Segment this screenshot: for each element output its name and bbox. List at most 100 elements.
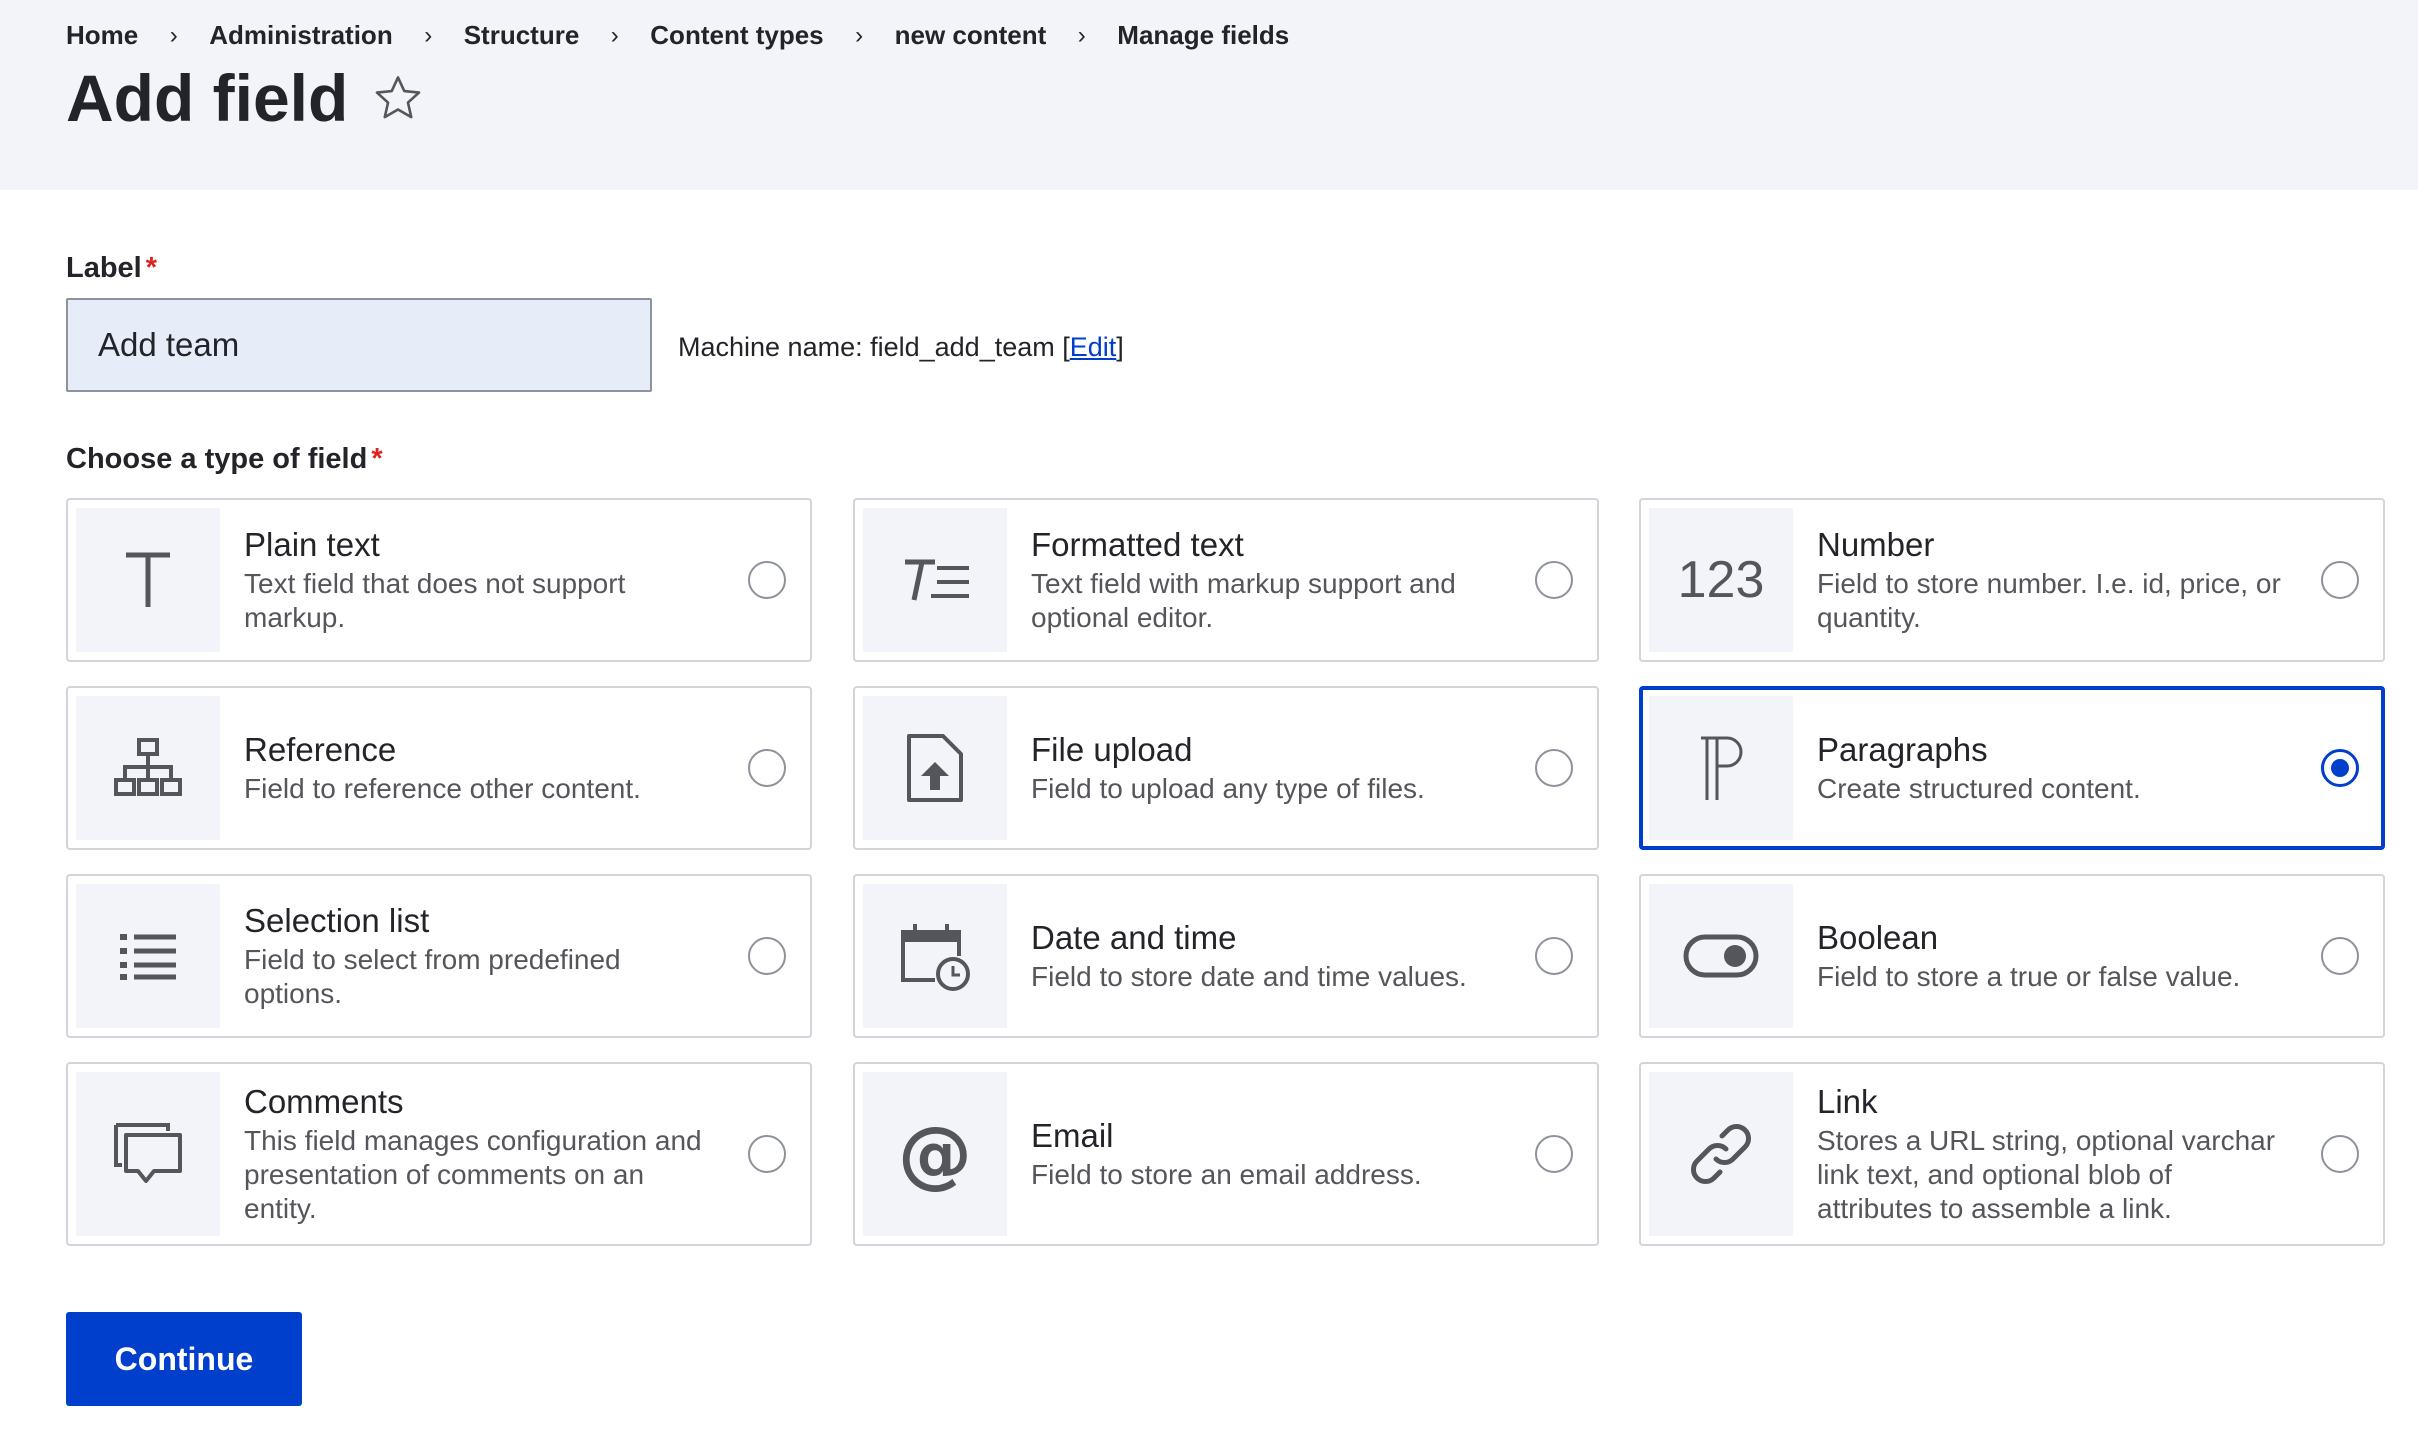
machine-name-edit-link[interactable]: Edit [1070,332,1117,362]
breadcrumb-home[interactable]: Home [66,20,138,51]
option-radio[interactable] [2321,1135,2359,1173]
option-radio[interactable] [1535,561,1573,599]
page-title-row: Add field [66,60,424,136]
option-description: This field manages configuration and pre… [244,1125,702,1224]
option-title: Selection list [244,902,430,939]
option-radio[interactable] [748,1135,786,1173]
icon-tile [1649,1072,1793,1236]
option-radio[interactable] [1535,749,1573,787]
link-icon [1691,1124,1751,1184]
icon-tile [76,884,220,1028]
option-title: Link [1817,1083,1878,1120]
option-description: Text field that does not support markup. [244,568,626,633]
option-text: Reference Field to reference other conte… [244,730,720,806]
option-text: Email Field to store an email address. [1031,1116,1507,1192]
field-type-option-plain-text[interactable]: Plain text Text field that does not supp… [66,498,812,662]
option-text: File upload Field to upload any type of … [1031,730,1507,806]
option-radio[interactable] [2321,937,2359,975]
machine-name-suffix: ] [1116,332,1124,362]
icon-tile [863,696,1007,840]
icon-tile: @ [863,1072,1007,1236]
icon-tile [76,696,220,840]
option-title: Paragraphs [1817,731,1988,768]
field-type-option-date-time[interactable]: Date and time Field to store date and ti… [853,874,1599,1038]
option-title: Date and time [1031,919,1237,956]
boolean-toggle-icon [1683,934,1759,978]
field-type-option-reference[interactable]: Reference Field to reference other conte… [66,686,812,850]
plain-text-icon [126,552,170,607]
field-type-option-paragraphs[interactable]: Paragraphs Create structured content. [1639,686,2385,850]
option-title: Number [1817,526,1935,563]
number-icon: 123 [1677,551,1765,609]
option-text: Formatted text Text field with markup su… [1031,525,1507,635]
breadcrumb-separator-icon: › [169,21,178,49]
option-radio[interactable] [748,561,786,599]
breadcrumb-manage-fields[interactable]: Manage fields [1117,20,1289,51]
option-radio[interactable] [1535,1135,1573,1173]
option-title: Plain text [244,526,380,563]
option-description: Field to store an email address. [1031,1159,1422,1190]
option-description: Field to store date and time values. [1031,961,1467,992]
breadcrumb-separator-icon: › [610,21,619,49]
option-title: Boolean [1817,919,1939,956]
icon-tile [863,884,1007,1028]
breadcrumb-new-content[interactable]: new content [895,20,1047,51]
comments-icon [114,1123,182,1183]
field-type-option-formatted-text[interactable]: Formatted text Text field with markup su… [853,498,1599,662]
option-text: Link Stores a URL string, optional varch… [1817,1082,2293,1226]
breadcrumb: Home › Administration › Structure › Cont… [66,20,1289,51]
star-outline-icon[interactable] [372,72,424,124]
option-text: Selection list Field to select from pred… [244,901,720,1011]
icon-tile [1649,884,1793,1028]
breadcrumb-content-types[interactable]: Content types [650,20,823,51]
selection-list-icon [120,934,176,980]
field-type-option-boolean[interactable]: Boolean Field to store a true or false v… [1639,874,2385,1038]
option-title: Reference [244,731,397,768]
option-description: Text field with markup support and optio… [1031,568,1456,633]
machine-name-prefix: Machine name: field_add_team [ [678,332,1070,362]
option-radio[interactable] [2321,561,2359,599]
label-field-title: Label * [66,252,157,285]
icon-tile [76,508,220,652]
field-type-label: Choose a type of field [66,443,368,475]
formatted-text-icon [905,559,969,601]
option-description: Field to upload any type of files. [1031,773,1425,804]
option-radio[interactable] [1535,937,1573,975]
field-type-option-number[interactable]: 123 Number Field to store number. I.e. i… [1639,498,2385,662]
option-text: Boolean Field to store a true or false v… [1817,918,2293,994]
option-title: Formatted text [1031,526,1244,563]
option-description: Field to store number. I.e. id, price, o… [1817,568,2281,633]
label-input[interactable] [66,298,652,392]
page-title: Add field [66,61,349,135]
required-mark: * [145,252,158,284]
machine-name: Machine name: field_add_team [Edit] [678,332,1124,363]
icon-tile [76,1072,220,1236]
breadcrumb-separator-icon: › [424,21,433,49]
option-title: File upload [1031,731,1193,768]
field-type-option-email[interactable]: @ Email Field to store an email address. [853,1062,1599,1246]
date-time-icon [901,924,970,991]
breadcrumb-structure[interactable]: Structure [464,20,580,51]
breadcrumb-administration[interactable]: Administration [209,20,392,51]
option-text: Paragraphs Create structured content. [1817,730,2291,806]
option-description: Create structured content. [1817,773,2141,804]
field-type-option-comments[interactable]: Comments This field manages configuratio… [66,1062,812,1246]
icon-tile [1649,696,1793,840]
field-type-title: Choose a type of field * [66,443,383,476]
continue-button[interactable]: Continue [66,1312,302,1406]
reference-icon [114,738,182,796]
label-field-label: Label [66,252,142,284]
option-radio-selected[interactable] [2321,749,2359,787]
field-type-option-selection-list[interactable]: Selection list Field to select from pred… [66,874,812,1038]
option-text: Date and time Field to store date and ti… [1031,918,1507,994]
email-at-icon: @ [898,1111,972,1197]
field-type-option-link[interactable]: Link Stores a URL string, optional varch… [1639,1062,2385,1246]
option-radio[interactable] [748,749,786,787]
required-mark: * [371,443,383,475]
file-upload-icon [907,734,963,802]
option-radio[interactable] [748,937,786,975]
breadcrumb-separator-icon: › [855,21,864,49]
field-type-option-file-upload[interactable]: File upload Field to upload any type of … [853,686,1599,850]
page-header: Home › Administration › Structure › Cont… [0,0,2418,190]
option-text: Plain text Text field that does not supp… [244,525,720,635]
